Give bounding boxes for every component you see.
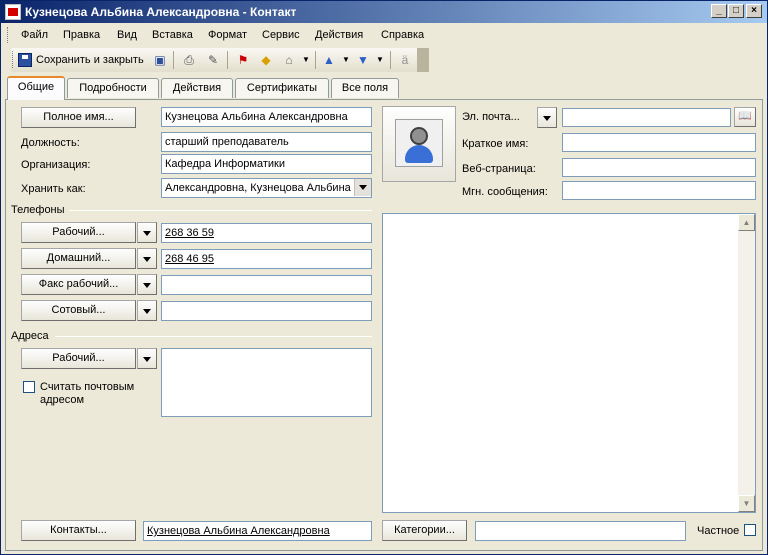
- notes-textarea[interactable]: [382, 213, 756, 513]
- save-and-close-button[interactable]: Сохранить и закрыть: [36, 54, 144, 66]
- phone-home-button[interactable]: Домашний...: [21, 248, 136, 269]
- file-as-dropdown-icon[interactable]: [354, 179, 371, 196]
- attach-icon[interactable]: ✎: [205, 52, 221, 68]
- mailing-address-label-line1: Считать почтовым: [40, 381, 135, 393]
- menu-format[interactable]: Формат: [208, 29, 247, 41]
- menu-file[interactable]: Файл: [21, 29, 48, 41]
- webpage-label: Веб-страница:: [462, 163, 536, 175]
- private-label: Частное: [697, 525, 740, 537]
- contacts-button[interactable]: Контакты...: [21, 520, 136, 541]
- toolbar-grip[interactable]: [12, 51, 15, 68]
- previous-icon[interactable]: ▲: [321, 52, 337, 68]
- email-button[interactable]: Эл. почта...: [462, 111, 520, 123]
- window-title: Кузнецова Альбина Александровна - Контак…: [25, 5, 297, 19]
- mailing-address-checkbox[interactable]: [23, 381, 35, 393]
- tab-details[interactable]: Подробности: [67, 78, 159, 98]
- phone-business-dropdown-icon[interactable]: [137, 222, 157, 243]
- title-bar[interactable]: Кузнецова Альбина Александровна - Контак…: [1, 1, 767, 23]
- toolbar-separator: [390, 51, 391, 69]
- previous-dropdown-icon[interactable]: ▼: [338, 52, 354, 68]
- addresses-divider: [55, 336, 372, 337]
- address-field[interactable]: [161, 348, 372, 417]
- next-dropdown-icon[interactable]: ▼: [372, 52, 388, 68]
- address-type-button[interactable]: Рабочий...: [21, 348, 136, 369]
- toolbar-separator: [315, 51, 316, 69]
- display-as-label: Краткое имя:: [462, 138, 529, 150]
- display-as-field[interactable]: [562, 133, 756, 152]
- phones-group-label: Телефоны: [11, 204, 65, 216]
- phone-business-field[interactable]: 268 36 59: [161, 223, 372, 243]
- contact-window: Кузнецова Альбина Александровна - Контак…: [0, 0, 768, 555]
- print-icon[interactable]: ⎙: [181, 52, 197, 68]
- toolbar-options-icon[interactable]: [417, 48, 429, 72]
- address-type-dropdown-icon[interactable]: [137, 348, 157, 369]
- phone-home-dropdown-icon[interactable]: [137, 248, 157, 269]
- flag-icon[interactable]: ⚑: [235, 52, 251, 68]
- contact-app-icon[interactable]: [5, 4, 21, 20]
- save-icon[interactable]: [18, 53, 32, 67]
- private-checkbox[interactable]: [744, 524, 756, 536]
- map-dropdown-icon[interactable]: ▼: [298, 52, 314, 68]
- linked-contacts-field[interactable]: Кузнецова Альбина Александровна: [143, 521, 372, 541]
- im-address-label: Мгн. сообщения:: [462, 186, 548, 198]
- tab-certificates[interactable]: Сертификаты: [235, 78, 329, 98]
- map-icon[interactable]: ⌂: [281, 52, 297, 68]
- save-as-icon[interactable]: ▣: [152, 52, 168, 68]
- email-field[interactable]: [562, 108, 731, 127]
- categories-button[interactable]: Категории...: [382, 520, 467, 541]
- phone-business-button[interactable]: Рабочий...: [21, 222, 136, 243]
- webpage-field[interactable]: [562, 158, 756, 177]
- menu-grip[interactable]: [7, 27, 10, 43]
- tab-activities[interactable]: Действия: [161, 78, 233, 98]
- spellcheck-icon[interactable]: ä: [397, 52, 413, 68]
- menu-tools[interactable]: Сервис: [262, 29, 300, 41]
- menu-edit[interactable]: Правка: [63, 29, 100, 41]
- next-icon[interactable]: ▼: [355, 52, 371, 68]
- toolbar-separator: [227, 51, 228, 69]
- minimize-button[interactable]: _: [711, 4, 727, 18]
- contact-photo-button[interactable]: [382, 106, 456, 182]
- scroll-down-icon[interactable]: ▼: [738, 495, 755, 512]
- phone-fax-field[interactable]: [161, 275, 372, 295]
- file-as-combo[interactable]: Александровна, Кузнецова Альбина: [161, 178, 372, 198]
- im-address-field[interactable]: [562, 181, 756, 200]
- menu-help[interactable]: Справка: [381, 29, 424, 41]
- file-as-label: Хранить как:: [21, 183, 86, 195]
- menu-insert[interactable]: Вставка: [152, 29, 193, 41]
- categories-field[interactable]: [475, 521, 686, 541]
- phones-divider: [69, 210, 372, 211]
- person-head-icon: [410, 127, 428, 145]
- addresses-group-label: Адреса: [11, 330, 49, 342]
- full-name-button[interactable]: Полное имя...: [21, 107, 136, 128]
- full-name-field[interactable]: Кузнецова Альбина Александровна: [161, 107, 372, 127]
- phone-mobile-button[interactable]: Сотовый...: [21, 300, 136, 321]
- organization-field[interactable]: Кафедра Информатики: [161, 154, 372, 174]
- tab-general[interactable]: Общие: [7, 76, 65, 100]
- mailing-address-label-line2: адресом: [40, 394, 85, 406]
- phone-home-field[interactable]: 268 46 95: [161, 249, 372, 269]
- email-type-dropdown-icon[interactable]: [537, 107, 557, 128]
- menu-actions[interactable]: Действия: [315, 29, 363, 41]
- tab-all-fields[interactable]: Все поля: [331, 78, 399, 98]
- organization-label: Организация:: [21, 159, 91, 171]
- phone-fax-dropdown-icon[interactable]: [137, 274, 157, 295]
- scroll-up-icon[interactable]: ▲: [738, 214, 755, 231]
- phone-mobile-field[interactable]: [161, 301, 372, 321]
- position-label: Должность:: [21, 137, 80, 149]
- toolbar-separator: [173, 51, 174, 69]
- phone-fax-button[interactable]: Факс рабочий...: [21, 274, 136, 295]
- address-book-icon[interactable]: 📖: [734, 107, 756, 127]
- position-field[interactable]: старший преподаватель: [161, 132, 372, 152]
- maximize-button[interactable]: □: [728, 4, 744, 18]
- category-icon[interactable]: ◆: [258, 52, 274, 68]
- menu-view[interactable]: Вид: [117, 29, 137, 41]
- close-button[interactable]: ×: [746, 4, 762, 18]
- notes-scrollbar[interactable]: [738, 214, 755, 512]
- phone-mobile-dropdown-icon[interactable]: [137, 300, 157, 321]
